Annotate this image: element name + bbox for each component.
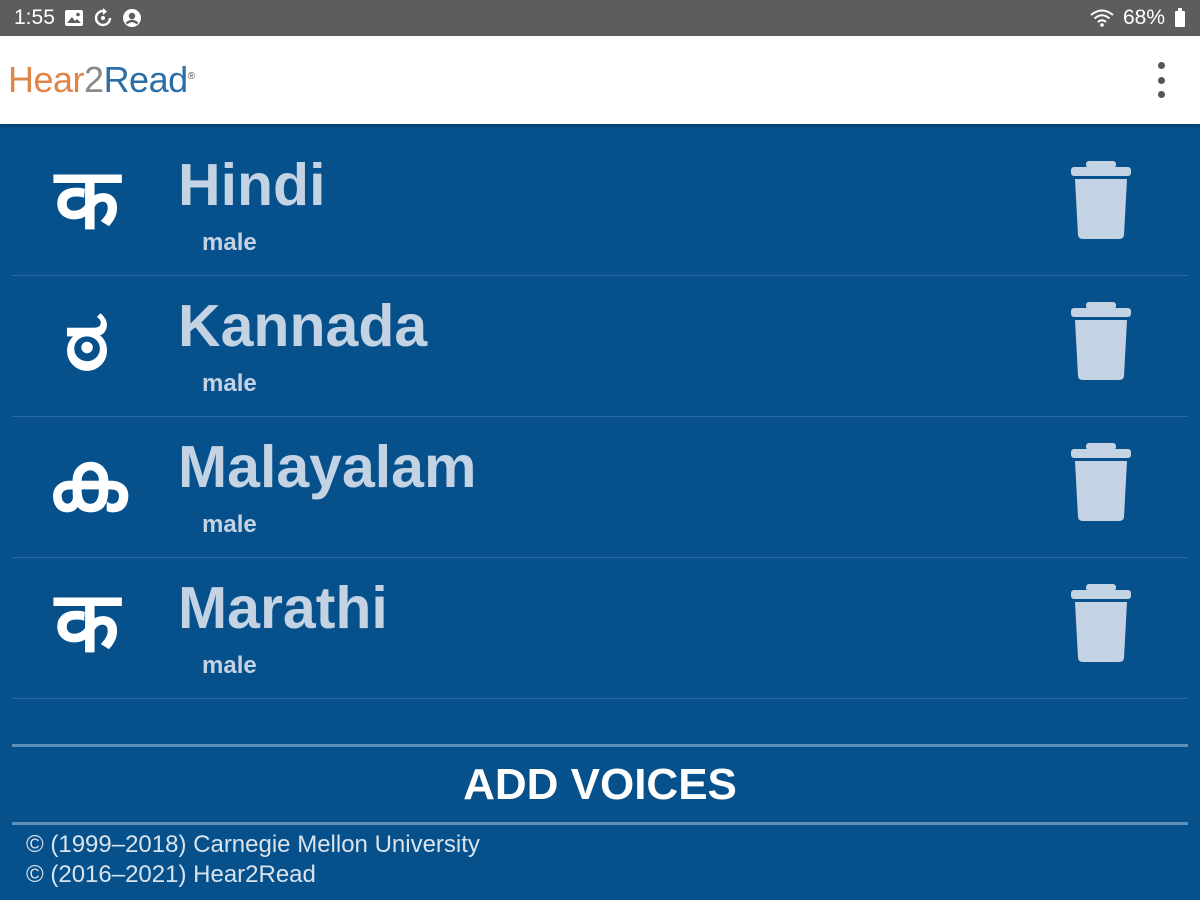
voice-gender: male bbox=[202, 511, 257, 538]
voice-gender: male bbox=[202, 370, 257, 397]
voice-list: क Hindi male ಠ Kannada male ക Malayalam … bbox=[12, 135, 1188, 699]
script-glyph: क bbox=[54, 150, 120, 248]
voice-gender: male bbox=[202, 652, 257, 679]
hear2read-logo: Hear2Read® bbox=[8, 62, 195, 98]
trash-icon[interactable] bbox=[1068, 584, 1134, 664]
voice-row-hindi[interactable]: क Hindi male bbox=[12, 135, 1188, 276]
voice-row-marathi[interactable]: क Marathi male bbox=[12, 558, 1188, 699]
script-glyph: ക bbox=[46, 432, 128, 530]
menu-dot bbox=[1157, 76, 1165, 84]
voice-row-kannada[interactable]: ಠ Kannada male bbox=[12, 276, 1188, 417]
logo-hear: Hear bbox=[8, 59, 85, 100]
divider bbox=[12, 822, 1188, 825]
voice-language: Hindi bbox=[178, 152, 326, 218]
status-left: 1:55 bbox=[14, 6, 142, 30]
logo-two: 2 bbox=[84, 59, 104, 100]
script-glyph: क bbox=[54, 573, 120, 671]
app-bar: Hear2Read® bbox=[0, 36, 1200, 124]
battery-icon bbox=[1174, 8, 1186, 28]
battery-percent: 68% bbox=[1122, 6, 1165, 29]
add-voices-button[interactable]: ADD VOICES bbox=[12, 747, 1188, 823]
trash-icon[interactable] bbox=[1068, 161, 1134, 241]
status-right: 68% bbox=[1090, 6, 1186, 30]
script-glyph: ಠ bbox=[64, 291, 110, 389]
sync-icon bbox=[93, 8, 113, 28]
status-time: 1:55 bbox=[14, 6, 55, 29]
account-icon bbox=[122, 8, 142, 28]
voice-language: Marathi bbox=[178, 575, 388, 641]
menu-dot bbox=[1157, 91, 1165, 98]
status-bar: 1:55 68% bbox=[0, 0, 1200, 36]
voice-language: Kannada bbox=[178, 293, 428, 359]
menu-dot bbox=[1157, 62, 1165, 69]
voice-gender: male bbox=[202, 229, 257, 256]
image-icon bbox=[64, 9, 84, 27]
logo-registered: ® bbox=[187, 71, 195, 82]
footer: © (1999–2018) Carnegie Mellon University… bbox=[26, 830, 480, 890]
copyright-cmu: © (1999–2018) Carnegie Mellon University bbox=[26, 831, 480, 858]
voice-language: Malayalam bbox=[178, 434, 477, 500]
copyright-hear2read: © (2016–2021) Hear2Read bbox=[26, 861, 316, 888]
logo-read: Read bbox=[103, 59, 189, 100]
more-vert-icon[interactable] bbox=[1148, 62, 1174, 98]
wifi-icon bbox=[1090, 8, 1114, 28]
trash-icon[interactable] bbox=[1068, 443, 1134, 523]
trash-icon[interactable] bbox=[1068, 302, 1134, 382]
voice-row-malayalam[interactable]: ക Malayalam male bbox=[12, 417, 1188, 558]
